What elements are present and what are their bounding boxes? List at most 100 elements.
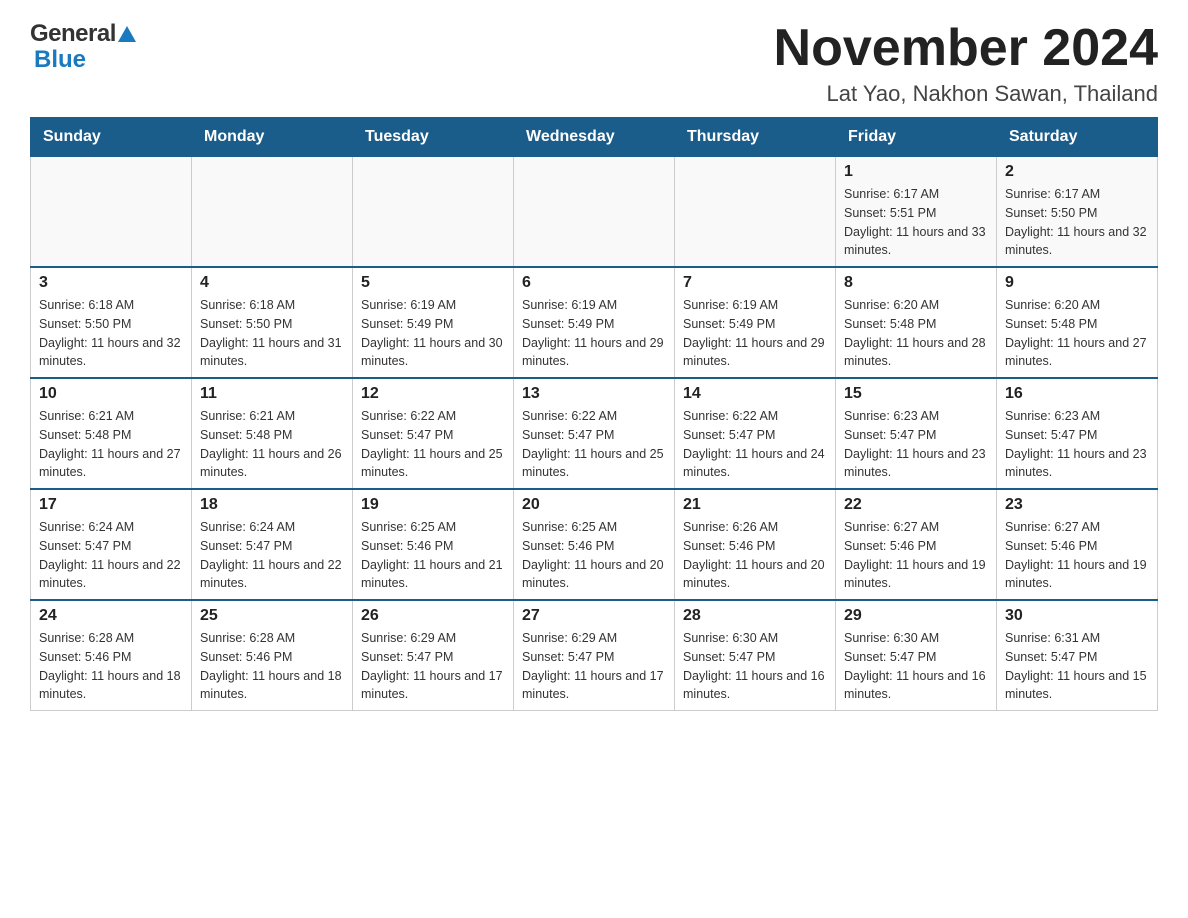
day-info: Sunrise: 6:20 AMSunset: 5:48 PMDaylight:… xyxy=(1005,296,1149,371)
day-info: Sunrise: 6:23 AMSunset: 5:47 PMDaylight:… xyxy=(844,407,988,482)
calendar-cell-3-3: 20 Sunrise: 6:25 AMSunset: 5:46 PMDayligh… xyxy=(514,489,675,600)
day-number: 13 xyxy=(522,385,666,403)
calendar-table: SundayMondayTuesdayWednesdayThursdayFrid… xyxy=(30,117,1158,711)
day-number: 2 xyxy=(1005,163,1149,181)
week-row-4: 17 Sunrise: 6:24 AMSunset: 5:47 PMDayligh… xyxy=(31,489,1158,600)
day-number: 17 xyxy=(39,496,183,514)
week-row-2: 3 Sunrise: 6:18 AMSunset: 5:50 PMDaylight… xyxy=(31,267,1158,378)
day-info: Sunrise: 6:25 AMSunset: 5:46 PMDaylight:… xyxy=(522,518,666,593)
day-info: Sunrise: 6:28 AMSunset: 5:46 PMDaylight:… xyxy=(39,629,183,704)
header-saturday: Saturday xyxy=(997,118,1158,157)
calendar-cell-0-5: 1Sunrise: 6:17 AMSunset: 5:51 PMDaylight… xyxy=(836,157,997,268)
day-info: Sunrise: 6:24 AMSunset: 5:47 PMDaylight:… xyxy=(39,518,183,593)
logo-general-text: General xyxy=(30,20,116,48)
day-number: 8 xyxy=(844,274,988,292)
day-info: Sunrise: 6:18 AMSunset: 5:50 PMDaylight:… xyxy=(200,296,344,371)
logo-blue-text: Blue xyxy=(34,46,86,74)
calendar-cell-3-6: 23 Sunrise: 6:27 AMSunset: 5:46 PMDayligh… xyxy=(997,489,1158,600)
day-number: 1 xyxy=(844,163,988,181)
day-info: Sunrise: 6:29 AMSunset: 5:47 PMDaylight:… xyxy=(522,629,666,704)
header-friday: Friday xyxy=(836,118,997,157)
calendar-cell-2-1: 11 Sunrise: 6:21 AMSunset: 5:48 PMDayligh… xyxy=(192,378,353,489)
calendar-cell-0-3 xyxy=(514,157,675,268)
logo: General Blue xyxy=(30,20,136,74)
day-info: Sunrise: 6:29 AMSunset: 5:47 PMDaylight:… xyxy=(361,629,505,704)
day-number: 3 xyxy=(39,274,183,292)
day-info: Sunrise: 6:31 AMSunset: 5:47 PMDaylight:… xyxy=(1005,629,1149,704)
calendar-cell-1-1: 4 Sunrise: 6:18 AMSunset: 5:50 PMDaylight… xyxy=(192,267,353,378)
calendar-cell-0-2 xyxy=(353,157,514,268)
day-number: 24 xyxy=(39,607,183,625)
calendar-cell-0-0 xyxy=(31,157,192,268)
page-header: General Blue November 2024 Lat Yao, Nakh… xyxy=(30,20,1158,107)
day-info: Sunrise: 6:19 AMSunset: 5:49 PMDaylight:… xyxy=(522,296,666,371)
calendar-cell-2-0: 10Sunrise: 6:21 AMSunset: 5:48 PMDayligh… xyxy=(31,378,192,489)
day-number: 10 xyxy=(39,385,183,403)
day-number: 11 xyxy=(200,385,344,403)
calendar-cell-3-1: 18 Sunrise: 6:24 AMSunset: 5:47 PMDayligh… xyxy=(192,489,353,600)
week-row-5: 24 Sunrise: 6:28 AMSunset: 5:46 PMDayligh… xyxy=(31,600,1158,711)
day-number: 12 xyxy=(361,385,505,403)
subtitle: Lat Yao, Nakhon Sawan, Thailand xyxy=(774,81,1158,107)
day-info: Sunrise: 6:22 AMSunset: 5:47 PMDaylight:… xyxy=(361,407,505,482)
calendar-cell-2-5: 15Sunrise: 6:23 AMSunset: 5:47 PMDayligh… xyxy=(836,378,997,489)
calendar-cell-4-5: 29 Sunrise: 6:30 AMSunset: 5:47 PMDayligh… xyxy=(836,600,997,711)
calendar-cell-4-6: 30 Sunrise: 6:31 AMSunset: 5:47 PMDayligh… xyxy=(997,600,1158,711)
calendar-cell-0-6: 2 Sunrise: 6:17 AMSunset: 5:50 PMDaylight… xyxy=(997,157,1158,268)
calendar-cell-2-3: 13 Sunrise: 6:22 AMSunset: 5:47 PMDayligh… xyxy=(514,378,675,489)
main-title: November 2024 xyxy=(774,20,1158,77)
day-number: 28 xyxy=(683,607,827,625)
logo-triangle-icon xyxy=(118,26,136,42)
day-number: 19 xyxy=(361,496,505,514)
header-wednesday: Wednesday xyxy=(514,118,675,157)
calendar-cell-4-4: 28Sunrise: 6:30 AMSunset: 5:47 PMDayligh… xyxy=(675,600,836,711)
calendar-cell-3-2: 19 Sunrise: 6:25 AMSunset: 5:46 PMDayligh… xyxy=(353,489,514,600)
day-number: 20 xyxy=(522,496,666,514)
calendar-cell-1-3: 6 Sunrise: 6:19 AMSunset: 5:49 PMDaylight… xyxy=(514,267,675,378)
day-number: 16 xyxy=(1005,385,1149,403)
calendar-cell-3-4: 21Sunrise: 6:26 AMSunset: 5:46 PMDayligh… xyxy=(675,489,836,600)
day-info: Sunrise: 6:24 AMSunset: 5:47 PMDaylight:… xyxy=(200,518,344,593)
day-info: Sunrise: 6:19 AMSunset: 5:49 PMDaylight:… xyxy=(683,296,827,371)
day-number: 23 xyxy=(1005,496,1149,514)
day-info: Sunrise: 6:25 AMSunset: 5:46 PMDaylight:… xyxy=(361,518,505,593)
day-number: 6 xyxy=(522,274,666,292)
calendar-cell-2-2: 12 Sunrise: 6:22 AMSunset: 5:47 PMDayligh… xyxy=(353,378,514,489)
header-monday: Monday xyxy=(192,118,353,157)
day-info: Sunrise: 6:22 AMSunset: 5:47 PMDaylight:… xyxy=(522,407,666,482)
day-info: Sunrise: 6:19 AMSunset: 5:49 PMDaylight:… xyxy=(361,296,505,371)
calendar-header-row: SundayMondayTuesdayWednesdayThursdayFrid… xyxy=(31,118,1158,157)
calendar-cell-4-2: 26 Sunrise: 6:29 AMSunset: 5:47 PMDayligh… xyxy=(353,600,514,711)
calendar-cell-4-3: 27Sunrise: 6:29 AMSunset: 5:47 PMDayligh… xyxy=(514,600,675,711)
calendar-cell-1-5: 8 Sunrise: 6:20 AMSunset: 5:48 PMDaylight… xyxy=(836,267,997,378)
day-number: 9 xyxy=(1005,274,1149,292)
day-info: Sunrise: 6:28 AMSunset: 5:46 PMDaylight:… xyxy=(200,629,344,704)
day-number: 5 xyxy=(361,274,505,292)
header-sunday: Sunday xyxy=(31,118,192,157)
day-info: Sunrise: 6:23 AMSunset: 5:47 PMDaylight:… xyxy=(1005,407,1149,482)
day-number: 26 xyxy=(361,607,505,625)
day-info: Sunrise: 6:27 AMSunset: 5:46 PMDaylight:… xyxy=(844,518,988,593)
day-number: 18 xyxy=(200,496,344,514)
calendar-cell-1-6: 9 Sunrise: 6:20 AMSunset: 5:48 PMDaylight… xyxy=(997,267,1158,378)
day-info: Sunrise: 6:22 AMSunset: 5:47 PMDaylight:… xyxy=(683,407,827,482)
day-info: Sunrise: 6:17 AMSunset: 5:50 PMDaylight:… xyxy=(1005,185,1149,260)
day-info: Sunrise: 6:30 AMSunset: 5:47 PMDaylight:… xyxy=(844,629,988,704)
day-number: 21 xyxy=(683,496,827,514)
day-info: Sunrise: 6:20 AMSunset: 5:48 PMDaylight:… xyxy=(844,296,988,371)
calendar-cell-0-4 xyxy=(675,157,836,268)
header-tuesday: Tuesday xyxy=(353,118,514,157)
calendar-cell-0-1 xyxy=(192,157,353,268)
day-number: 4 xyxy=(200,274,344,292)
day-info: Sunrise: 6:21 AMSunset: 5:48 PMDaylight:… xyxy=(200,407,344,482)
day-number: 25 xyxy=(200,607,344,625)
day-number: 29 xyxy=(844,607,988,625)
calendar-cell-3-0: 17 Sunrise: 6:24 AMSunset: 5:47 PMDayligh… xyxy=(31,489,192,600)
calendar-cell-3-5: 22Sunrise: 6:27 AMSunset: 5:46 PMDayligh… xyxy=(836,489,997,600)
day-number: 30 xyxy=(1005,607,1149,625)
calendar-cell-2-6: 16 Sunrise: 6:23 AMSunset: 5:47 PMDayligh… xyxy=(997,378,1158,489)
calendar-cell-1-2: 5 Sunrise: 6:19 AMSunset: 5:49 PMDaylight… xyxy=(353,267,514,378)
title-section: November 2024 Lat Yao, Nakhon Sawan, Tha… xyxy=(774,20,1158,107)
day-info: Sunrise: 6:27 AMSunset: 5:46 PMDaylight:… xyxy=(1005,518,1149,593)
calendar-cell-4-0: 24 Sunrise: 6:28 AMSunset: 5:46 PMDayligh… xyxy=(31,600,192,711)
